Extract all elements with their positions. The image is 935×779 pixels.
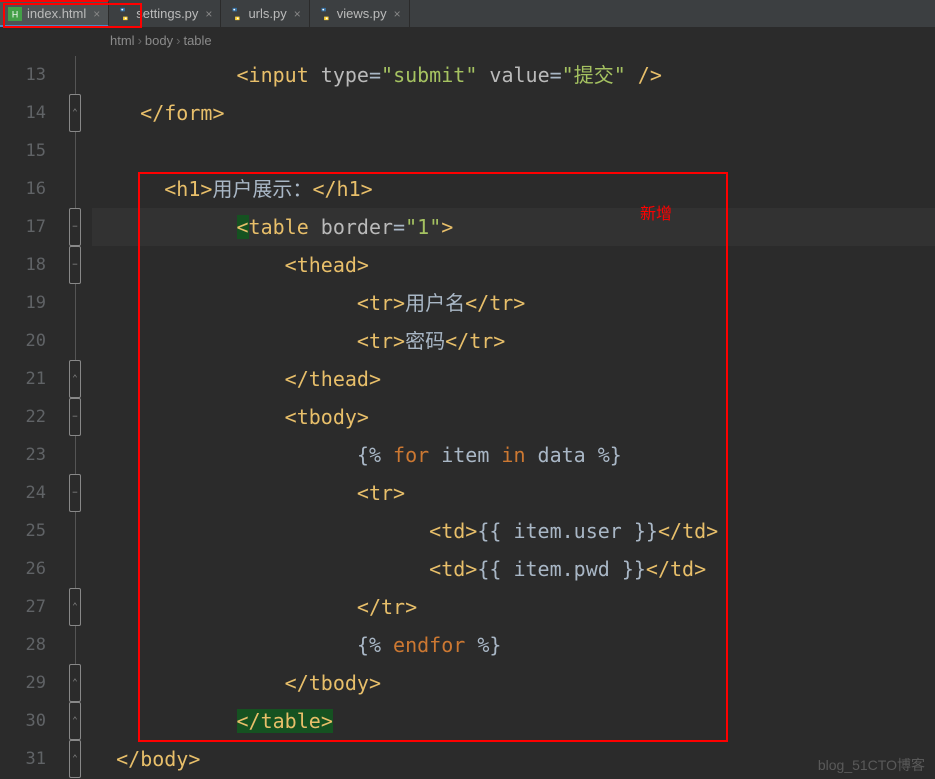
fold-toggle-icon[interactable]: − xyxy=(69,208,81,246)
fold-gutter-cell: − xyxy=(58,246,92,284)
breadcrumb: html›body›table xyxy=(0,28,935,52)
line-number: 14 xyxy=(0,94,58,132)
line-number: 31 xyxy=(0,740,58,778)
code-line[interactable]: <table border="1"> xyxy=(92,208,935,246)
html-file-icon: H xyxy=(8,7,22,21)
line-number: 24 xyxy=(0,474,58,512)
code-line[interactable]: {% endfor %} xyxy=(92,626,935,664)
fold-toggle-icon[interactable]: − xyxy=(69,246,81,284)
code-line[interactable]: </body> xyxy=(92,740,935,778)
fold-gutter-cell xyxy=(58,626,92,664)
code-line[interactable]: <td>{{ item.user }}</td> xyxy=(92,512,935,550)
line-number: 20 xyxy=(0,322,58,360)
fold-toggle-icon[interactable]: ⌃ xyxy=(69,94,81,132)
fold-gutter-cell: ⌃ xyxy=(58,740,92,778)
fold-gutter-cell: ⌃ xyxy=(58,94,92,132)
code-editor[interactable]: 13141516171819202122232425262728293031 ⌃… xyxy=(0,52,935,778)
line-number: 30 xyxy=(0,702,58,740)
fold-gutter-cell xyxy=(58,284,92,322)
fold-column[interactable]: ⌃−−⌃−−⌃⌃⌃⌃ xyxy=(58,52,92,778)
tab-label: settings.py xyxy=(136,6,198,21)
breadcrumb-item[interactable]: table xyxy=(183,33,211,48)
line-number: 19 xyxy=(0,284,58,322)
line-number: 13 xyxy=(0,56,58,94)
fold-gutter-cell xyxy=(58,550,92,588)
code-line[interactable]: <td>{{ item.pwd }}</td> xyxy=(92,550,935,588)
fold-gutter-cell xyxy=(58,132,92,170)
code-line[interactable]: </form> xyxy=(92,94,935,132)
line-number: 15 xyxy=(0,132,58,170)
code-line[interactable]: <tr>用户名</tr> xyxy=(92,284,935,322)
code-line[interactable]: <tr> xyxy=(92,474,935,512)
chevron-right-icon: › xyxy=(176,33,180,48)
fold-gutter-cell xyxy=(58,436,92,474)
line-number: 29 xyxy=(0,664,58,702)
code-line[interactable]: </table> xyxy=(92,702,935,740)
code-line[interactable]: </tbody> xyxy=(92,664,935,702)
close-icon[interactable]: × xyxy=(294,7,301,21)
close-icon[interactable]: × xyxy=(93,7,100,21)
fold-toggle-icon[interactable]: − xyxy=(69,474,81,512)
breadcrumb-item[interactable]: body xyxy=(145,33,173,48)
line-number: 17 xyxy=(0,208,58,246)
code-line[interactable]: <tr>密码</tr> xyxy=(92,322,935,360)
chevron-right-icon: › xyxy=(138,33,142,48)
line-number: 28 xyxy=(0,626,58,664)
tab-views-py[interactable]: views.py × xyxy=(310,0,410,27)
line-number: 22 xyxy=(0,398,58,436)
code-line[interactable]: <h1>用户展示：</h1> xyxy=(92,170,935,208)
code-line[interactable]: </thead> xyxy=(92,360,935,398)
python-file-icon xyxy=(229,7,243,21)
tab-urls-py[interactable]: urls.py × xyxy=(221,0,309,27)
svg-text:H: H xyxy=(12,9,18,19)
line-number: 18 xyxy=(0,246,58,284)
fold-gutter-cell: − xyxy=(58,208,92,246)
annotation-label: 新增 xyxy=(640,200,672,224)
code-line[interactable]: <input type="submit" value="提交" /> xyxy=(92,56,935,94)
tab-label: index.html xyxy=(27,6,86,21)
line-number: 25 xyxy=(0,512,58,550)
code-line[interactable]: {% for item in data %} xyxy=(92,436,935,474)
tab-label: views.py xyxy=(337,6,387,21)
fold-gutter-cell xyxy=(58,322,92,360)
line-number: 23 xyxy=(0,436,58,474)
watermark: blog_51CTO博客 xyxy=(818,755,925,775)
fold-gutter-cell: ⌃ xyxy=(58,588,92,626)
tab-index-html[interactable]: Hindex.html × xyxy=(0,0,109,27)
close-icon[interactable]: × xyxy=(394,7,401,21)
fold-gutter-cell: − xyxy=(58,474,92,512)
code-area[interactable]: <input type="submit" value="提交" /> </for… xyxy=(92,52,935,778)
breadcrumb-item[interactable]: html xyxy=(110,33,135,48)
fold-gutter-cell: ⌃ xyxy=(58,360,92,398)
fold-gutter-cell xyxy=(58,512,92,550)
line-number: 16 xyxy=(0,170,58,208)
line-number: 26 xyxy=(0,550,58,588)
fold-gutter-cell xyxy=(58,170,92,208)
fold-gutter-cell: − xyxy=(58,398,92,436)
python-file-icon xyxy=(117,7,131,21)
code-line[interactable] xyxy=(92,132,935,170)
fold-gutter-cell: ⌃ xyxy=(58,664,92,702)
fold-gutter-cell: ⌃ xyxy=(58,702,92,740)
code-line[interactable]: <tbody> xyxy=(92,398,935,436)
code-line[interactable]: </tr> xyxy=(92,588,935,626)
fold-toggle-icon[interactable]: − xyxy=(69,398,81,436)
line-number: 21 xyxy=(0,360,58,398)
fold-toggle-icon[interactable]: ⌃ xyxy=(69,664,81,702)
tab-label: urls.py xyxy=(248,6,286,21)
fold-toggle-icon[interactable]: ⌃ xyxy=(69,360,81,398)
line-number: 27 xyxy=(0,588,58,626)
python-file-icon xyxy=(318,7,332,21)
code-line[interactable]: <thead> xyxy=(92,246,935,284)
fold-toggle-icon[interactable]: ⌃ xyxy=(69,702,81,740)
line-gutter: 13141516171819202122232425262728293031 xyxy=(0,52,58,778)
tab-bar: Hindex.html×settings.py×urls.py×views.py… xyxy=(0,0,935,28)
close-icon[interactable]: × xyxy=(205,7,212,21)
fold-toggle-icon[interactable]: ⌃ xyxy=(69,740,81,778)
tab-settings-py[interactable]: settings.py × xyxy=(109,0,221,27)
fold-toggle-icon[interactable]: ⌃ xyxy=(69,588,81,626)
fold-gutter-cell xyxy=(58,56,92,94)
